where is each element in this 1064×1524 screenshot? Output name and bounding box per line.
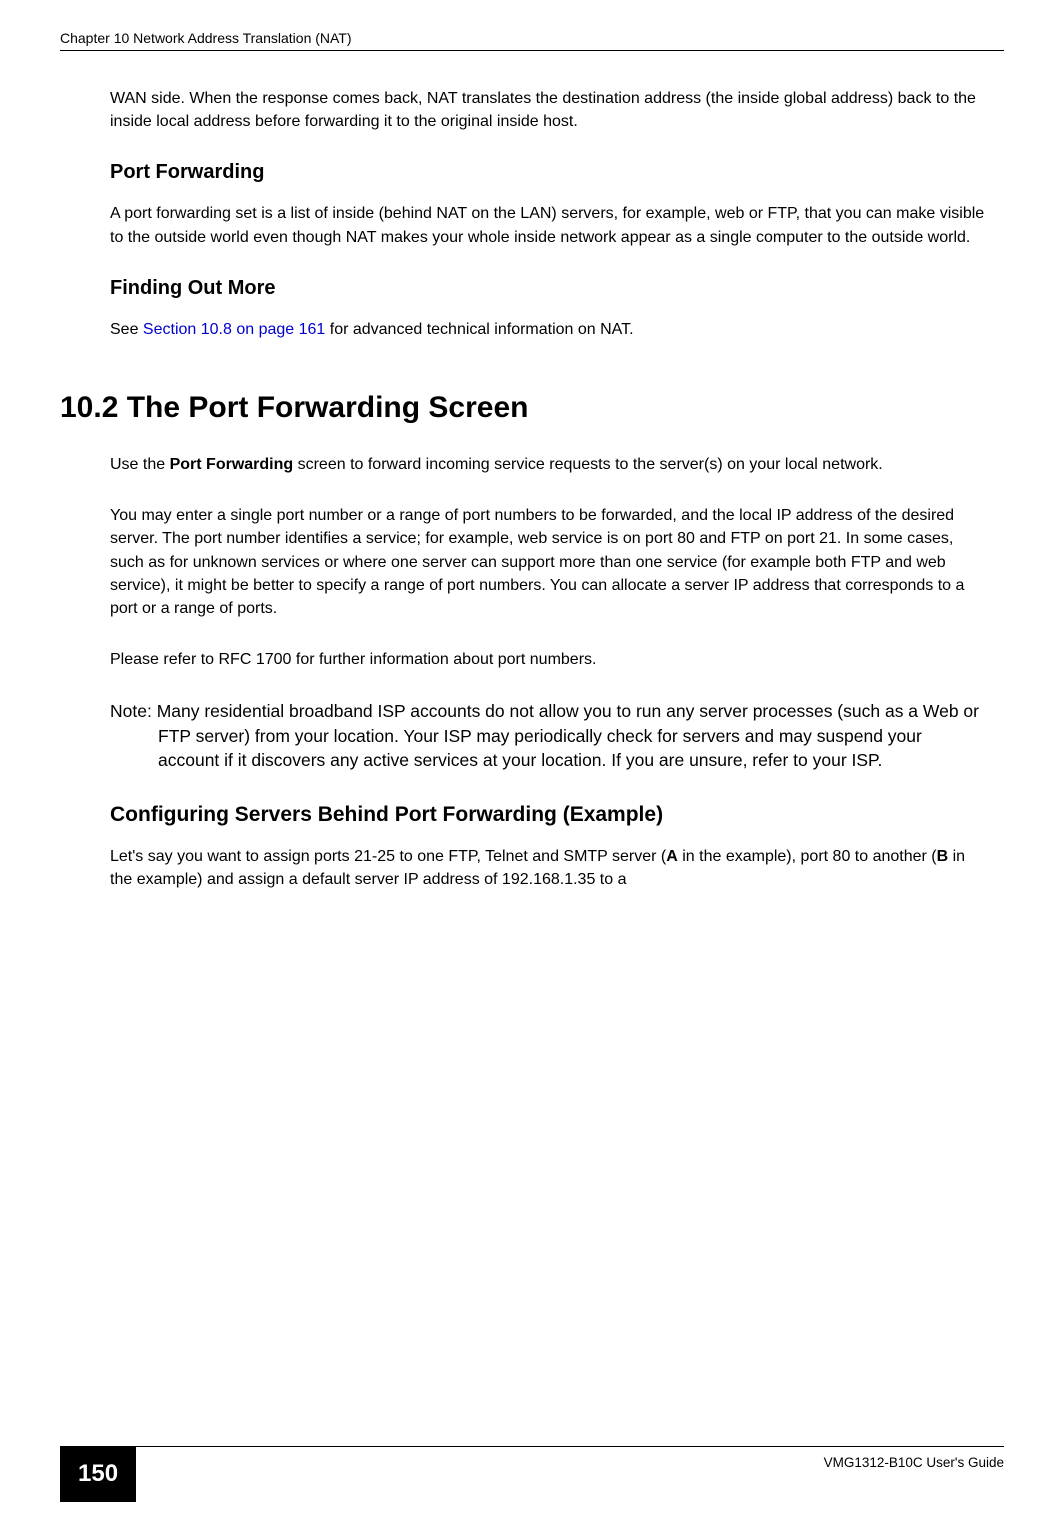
section-link[interactable]: Section 10.8 on page 161 <box>143 321 325 338</box>
chapter-title: Chapter 10 Network Address Translation (… <box>60 30 352 46</box>
page-number: 150 <box>60 1446 136 1502</box>
finding-out-post: for advanced technical information on NA… <box>325 321 633 338</box>
finding-out-heading: Finding Out More <box>110 277 986 300</box>
rfc-paragraph: Please refer to RFC 1700 for further inf… <box>110 648 986 671</box>
config-a-bold: A <box>666 848 678 865</box>
port-forwarding-bold: Port Forwarding <box>170 456 294 473</box>
config-pre: Let's say you want to assign ports 21-25… <box>110 848 666 865</box>
section-10-2-heading: 10.2 The Port Forwarding Screen <box>60 391 986 425</box>
note-paragraph: Note: Many residential broadband ISP acc… <box>110 699 986 773</box>
finding-out-paragraph: See Section 10.8 on page 161 for advance… <box>110 318 986 341</box>
config-mid: in the example), port 80 to another ( <box>678 848 937 865</box>
use-pre: Use the <box>110 456 170 473</box>
intro-paragraph: WAN side. When the response comes back, … <box>110 87 986 133</box>
config-b-bold: B <box>937 848 949 865</box>
port-forwarding-heading: Port Forwarding <box>110 161 986 184</box>
page-header: Chapter 10 Network Address Translation (… <box>60 30 1004 51</box>
single-port-paragraph: You may enter a single port number or a … <box>110 504 986 620</box>
page-footer: 150 VMG1312-B10C User's Guide <box>0 1446 1064 1502</box>
port-forwarding-paragraph: A port forwarding set is a list of insid… <box>110 202 986 248</box>
config-heading: Configuring Servers Behind Port Forwardi… <box>110 803 986 827</box>
guide-name: VMG1312-B10C User's Guide <box>824 1447 1004 1470</box>
use-post: screen to forward incoming service reque… <box>293 456 883 473</box>
finding-out-pre: See <box>110 321 143 338</box>
use-paragraph: Use the Port Forwarding screen to forwar… <box>110 453 986 476</box>
body-content: WAN side. When the response comes back, … <box>60 87 1004 891</box>
config-paragraph: Let's say you want to assign ports 21-25… <box>110 845 986 891</box>
